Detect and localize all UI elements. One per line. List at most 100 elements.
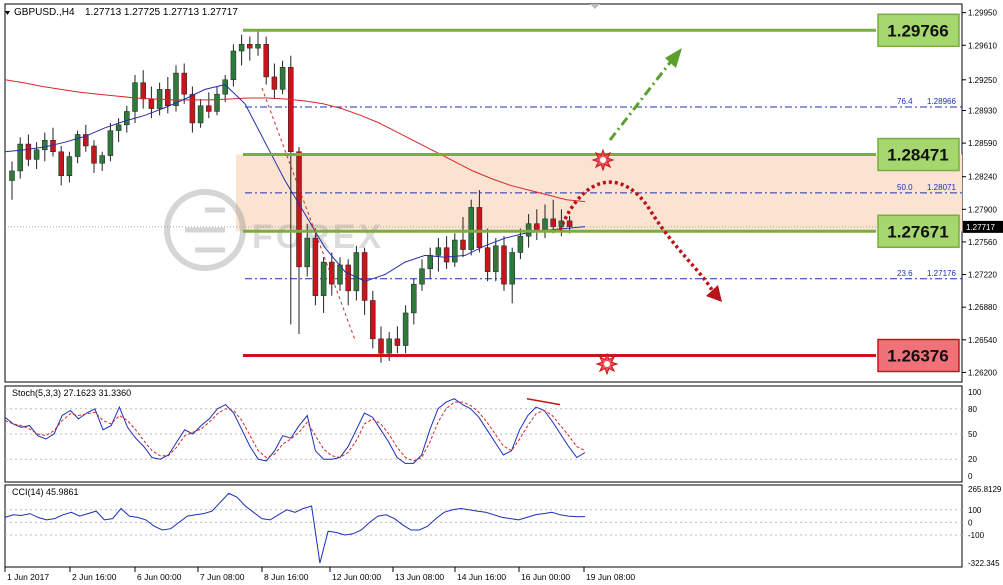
candle-body [288,67,294,152]
level-badge: 1.29766 [877,13,960,48]
candle-body [394,338,401,346]
level-badge-text: 1.27671 [887,222,948,241]
candle-body [279,67,286,90]
candle-body [132,82,138,112]
candle-body [42,139,48,151]
candle-body [296,151,302,268]
candle-body [181,72,187,95]
fib-label: 23.6 [897,269,913,278]
level-badge: 1.26376 [877,338,960,373]
fib-value: 1.28071 [927,183,956,192]
cci-tick-label: -100 [968,531,985,540]
cci-tick-label: 0 [968,518,973,527]
cci-tick-label: 265.8129 [968,485,1002,494]
candle-body [435,247,442,256]
price-tick-label: 1.28240 [968,173,997,182]
candle-body [370,300,376,340]
candle-body [566,220,573,227]
candle-body [91,145,97,164]
candle-body [214,93,220,112]
breakout-star-icon-core [600,157,606,163]
fib-value: 1.28966 [927,97,956,106]
candle-body [361,252,368,301]
candle-body [206,105,212,112]
stoch-tick-label: 80 [968,405,977,414]
chart-background [0,0,1003,585]
candle-body [255,44,261,49]
candle-body [304,237,310,268]
time-tick-label: 13 Jun 08:00 [395,572,444,582]
level-badge: 1.27671 [877,214,960,249]
stoch-title: Stoch(5,3,3) 27.1623 31.3360 [12,388,131,398]
price-tick-label: 1.28590 [968,139,997,148]
candle-body [312,237,319,296]
candle-body [443,247,450,263]
candle-body [230,50,237,81]
cci-tick-label: 100 [968,506,982,515]
candle-body [25,143,32,160]
time-tick-label: 8 Jun 16:00 [264,572,309,582]
stoch-tick-label: 0 [968,472,973,481]
price-tick-label: 1.29250 [968,76,997,85]
candle-body [550,218,556,227]
time-tick-label: 16 Jun 00:00 [521,572,570,582]
candle-body [476,207,483,248]
fib-label: 76.4 [897,97,913,106]
candle-body [189,93,196,124]
candle-body [501,245,507,285]
price-tick-label: 1.26540 [968,336,997,345]
candle-body [247,44,253,49]
ohlc-values: 1.27713 1.27725 1.27713 1.27717 [85,7,238,18]
candle-body [271,76,278,90]
candle-body [468,207,474,250]
price-tick-label: 1.27900 [968,205,997,214]
symbol-label: GBPUSD.,H4 [14,7,75,18]
candle-body [517,235,524,253]
stoch-tick-label: 20 [968,455,977,464]
chart-window[interactable]: FOREX76.4 1.2896650.0 1.2807123.6 1.271761.… [0,0,1003,585]
stoch-tick-label: 100 [968,388,982,397]
candle-body [197,105,204,124]
candle-body [33,149,40,160]
candle-body [263,44,269,78]
price-tick-label: 1.29950 [968,9,997,18]
candle-body [534,223,540,231]
candle-body [99,155,105,164]
level-badge-text: 1.26376 [887,347,948,366]
candle-body [509,252,515,285]
cci-title: CCI(14) 45.9861 [12,487,79,497]
candle-body [9,170,15,181]
stoch-tick-label: 50 [968,430,977,439]
candle-body [165,89,171,106]
level-badge: 1.28471 [877,137,960,172]
candle-body [173,72,179,106]
fib-value: 1.27176 [927,269,956,278]
time-tick-label: 12 Jun 00:00 [332,572,381,582]
fib-label: 50.0 [897,183,913,192]
support-star-icon-core [604,361,610,367]
time-tick-label: 1 Jun 2017 [7,572,49,582]
candle-body [140,82,146,100]
candle-body [386,338,392,354]
candle-body [50,139,56,152]
candle[interactable] [312,228,319,306]
candle-body [353,252,360,292]
candle-body [484,247,491,272]
candle-body [107,130,114,156]
candle-body [148,98,155,109]
price-tick-label: 1.26880 [968,303,997,312]
candle[interactable] [468,199,474,256]
current-price-label: 1.27717 [966,223,995,232]
candle-body [320,261,327,296]
candle-body [378,338,384,354]
level-badge-text: 1.29766 [887,21,948,40]
time-tick-label: 2 Jun 16:00 [72,572,117,582]
time-tick-label: 7 Jun 08:00 [200,572,245,582]
time-tick-label: 6 Jun 00:00 [137,572,182,582]
candle-body [58,151,64,176]
candle-body [402,312,409,346]
level-badge-text: 1.28471 [887,146,948,165]
cci-tick-label: -322.345 [968,559,1000,568]
price-tick-label: 1.27220 [968,271,997,280]
candle-body [17,143,23,172]
